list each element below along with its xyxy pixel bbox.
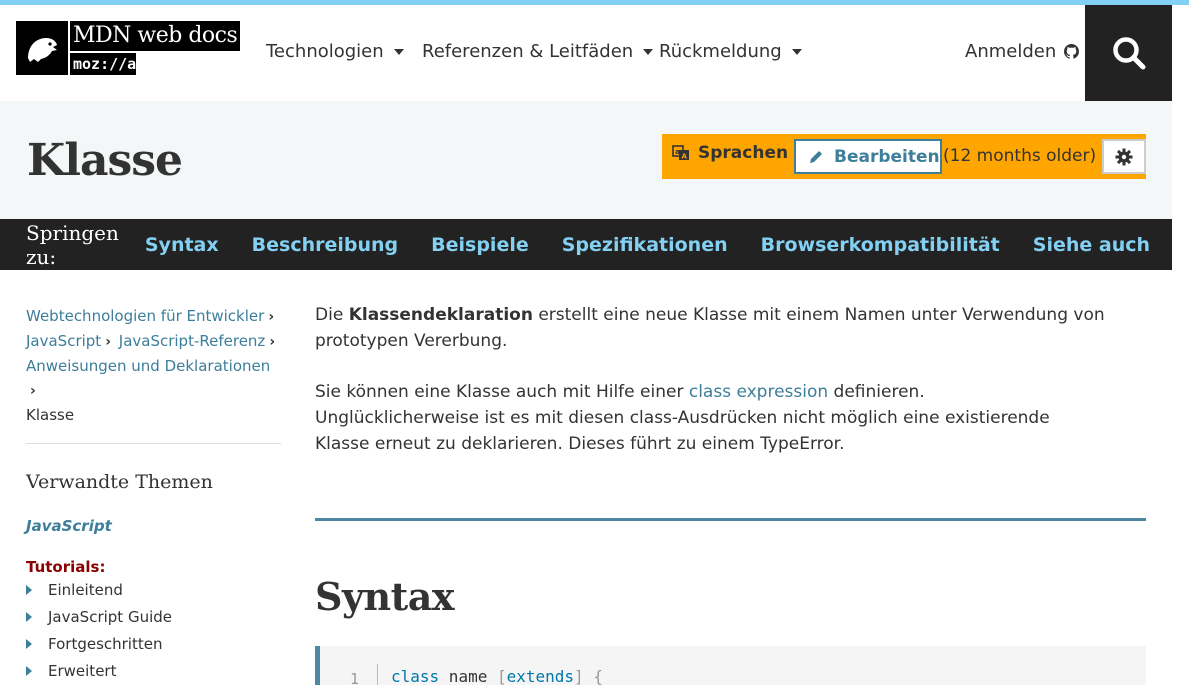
section-divider [315,518,1146,521]
tutorial-item[interactable]: JavaScript Guide [26,603,281,630]
caret-down-icon [791,48,802,55]
title-band: Klasse a A Sprachen Bearbeiten (12 month… [0,101,1172,219]
intro-text: Die [315,305,349,325]
related-topics-heading: Verwandte Themen [26,471,213,493]
chevron-right-icon: › [269,334,276,350]
caret-down-icon [643,48,654,55]
pencil-icon [810,150,822,163]
mdn-logo[interactable]: MDN web docs moz://a [16,21,255,79]
logo-title: MDN web docs [70,21,241,51]
nav-references-label: Referenzen & Leitfäden [422,41,634,62]
syntax-heading: Syntax [315,574,454,619]
expression-text: Unglücklicherweise ist es mit diesen cla… [315,408,1050,428]
search-icon [1112,37,1145,70]
languages-label: Sprachen [698,143,789,163]
mozilla-wordmark: moz://a [70,53,136,75]
code-identifier: name [439,667,497,685]
edit-label: Bearbeiten [834,146,940,167]
page-toolbar: a A Sprachen Bearbeiten (12 months older… [662,134,1146,179]
triangle-right-icon [26,638,32,649]
dinosaur-icon [16,21,68,75]
chevron-right-icon: › [268,309,275,325]
jump-link-examples[interactable]: Beispiele [431,234,529,256]
code-keyword: class [391,667,440,685]
svg-text:A: A [682,153,688,161]
code-brace: { [583,667,603,685]
tutorial-item-label: Einleitend [48,580,123,599]
sidebar-javascript-link[interactable]: JavaScript [26,517,281,535]
tutorial-item[interactable]: Einleitend [26,576,281,603]
edit-button[interactable]: Bearbeiten [794,139,942,174]
intro-paragraph: Die Klassendeklaration erstellt eine neu… [315,302,1146,354]
intro-term: Klassendeklaration [348,305,533,325]
sidebar-divider [26,443,281,444]
tutorial-item-label: Erweitert [48,661,117,680]
triangle-right-icon [26,611,32,622]
gear-icon [1115,148,1133,165]
site-header: MDN web docs moz://a Technologien Refere… [0,5,1172,101]
translate-icon: a A [672,145,689,161]
triangle-right-icon [26,584,32,595]
tutorial-item[interactable]: Fortgeschritten [26,630,281,657]
caret-down-icon [393,48,404,55]
tutorial-item[interactable]: Erweitert [26,657,281,684]
breadcrumb-current: Klasse [26,406,75,424]
jump-to-label: Springen zu: [26,220,119,269]
github-icon [1064,44,1080,59]
languages-button[interactable]: a A Sprachen [672,143,788,163]
svg-text:a: a [675,148,680,156]
expression-text: Sie können eine Klasse auch mit Hilfe ei… [315,382,689,402]
code-bracket: [ [496,667,507,685]
signin-label: Anmelden [965,41,1057,62]
jump-to-bar: Springen zu: Syntax Beschreibung Beispie… [0,219,1172,270]
nav-feedback[interactable]: Rückmeldung [659,41,802,62]
search-button[interactable] [1085,5,1172,101]
code-keyword: extends [506,667,575,685]
line-number-separator [377,664,378,685]
code-line: class name [extends] { [391,667,603,685]
expression-text: definieren. [828,382,925,402]
revision-age-note: (12 months older) [943,146,1097,166]
tutorial-item-label: Fortgeschritten [48,634,163,653]
jump-link-see-also[interactable]: Siehe auch [1033,234,1150,256]
line-number: 1 [350,670,360,685]
jump-link-description[interactable]: Beschreibung [252,234,399,256]
jump-link-browser-compat[interactable]: Browserkompatibilität [761,234,1000,256]
breadcrumb-web-tech[interactable]: Webtechnologien für Entwickler [26,307,264,325]
jump-link-specifications[interactable]: Spezifikationen [562,234,728,256]
nav-feedback-label: Rückmeldung [659,41,782,62]
chevron-right-icon: › [105,334,111,350]
nav-technologies-label: Technologien [266,41,384,62]
breadcrumb: Webtechnologien für Entwickler › JavaScri… [26,304,281,427]
jump-link-syntax[interactable]: Syntax [145,234,219,256]
breadcrumb-javascript[interactable]: JavaScript [26,332,101,350]
breadcrumb-statements[interactable]: Anweisungen und Deklarationen [26,357,270,375]
nav-technologies[interactable]: Technologien [266,41,404,62]
main-content: Die Klassendeklaration erstellt eine neu… [315,302,1146,685]
tutorials-heading: Tutorials: [26,558,106,576]
signin-link[interactable]: Anmelden [965,41,1080,62]
settings-button[interactable] [1102,139,1146,174]
class-expression-link[interactable]: class expression [689,382,828,402]
nav-references-guides[interactable]: Referenzen & Leitfäden [422,41,654,62]
expression-text: Klasse erneut zu deklarieren. Dieses füh… [315,434,845,454]
chevron-right-icon: › [30,383,36,399]
code-block: 1 class name [extends] { [315,646,1146,685]
page-title: Klasse [27,135,183,186]
tutorial-item-label: JavaScript Guide [48,607,173,626]
expression-paragraph: Sie können eine Klasse auch mit Hilfe ei… [315,379,1146,457]
sidebar: Webtechnologien für Entwickler › JavaScri… [26,304,281,684]
breadcrumb-js-reference[interactable]: JavaScript-Referenz [119,332,266,350]
triangle-right-icon [26,665,32,676]
code-bracket: ] [574,667,584,685]
